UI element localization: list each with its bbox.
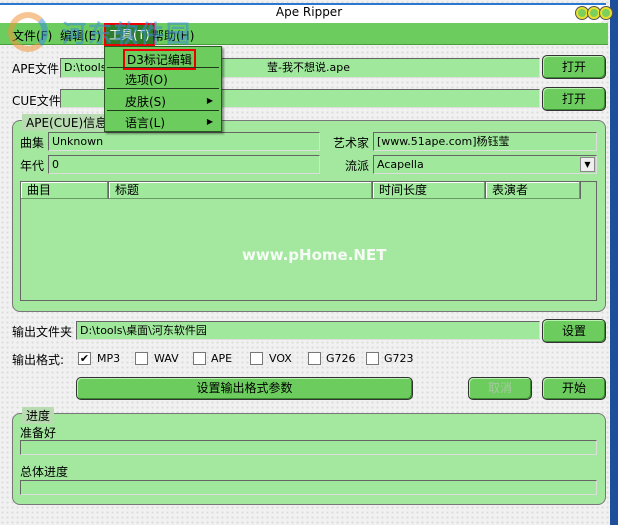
- maximize-button[interactable]: [588, 7, 600, 19]
- checkbox-mp3[interactable]: ✔: [78, 352, 91, 365]
- format-vox-label: VOX: [269, 352, 292, 365]
- set-folder-button[interactable]: 设置: [542, 319, 606, 343]
- genre-value: Acapella: [377, 158, 424, 171]
- menu-item-skin[interactable]: 皮肤(S): [125, 93, 166, 110]
- ape-path-start: D:\tools: [64, 61, 107, 74]
- checkbox-g723[interactable]: [366, 352, 379, 365]
- total-progress-bar: [20, 480, 597, 495]
- progress-legend: 进度: [22, 407, 55, 424]
- format-wav-label: WAV: [154, 352, 179, 365]
- submenu-arrow-icon: ▶: [206, 117, 213, 126]
- menu-separator: [107, 67, 219, 68]
- checkbox-wav[interactable]: [135, 352, 148, 365]
- cue-file-label: CUE文件: [12, 94, 61, 108]
- cancel-button[interactable]: 取消: [468, 377, 532, 400]
- artist-label: 艺术家: [333, 136, 370, 150]
- album-input[interactable]: Unknown: [48, 132, 320, 151]
- checkbox-vox[interactable]: [250, 352, 263, 365]
- menu-separator: [107, 88, 219, 89]
- track-table: 曲目 标题 时间长度 表演者: [20, 181, 597, 301]
- logo-watermark: 河东软件园: [62, 20, 192, 48]
- format-params-button[interactable]: 设置输出格式参数: [76, 377, 413, 400]
- ape-file-label: APE文件: [12, 62, 60, 76]
- start-button[interactable]: 开始: [542, 377, 606, 400]
- column-header-track[interactable]: 曲目: [21, 182, 109, 199]
- site-watermark: www.pHome.NET: [242, 246, 387, 264]
- genre-label: 流派: [345, 159, 370, 173]
- format-g726-label: G726: [326, 352, 356, 365]
- logo-icon: [8, 12, 48, 52]
- year-label: 年代: [20, 159, 45, 173]
- open-cue-button[interactable]: 打开: [542, 87, 606, 111]
- current-progress-bar: [20, 440, 597, 455]
- column-header-duration[interactable]: 时间长度: [373, 182, 486, 199]
- output-folder-label: 输出文件夹: [12, 325, 73, 339]
- chevron-down-icon[interactable]: ▼: [580, 157, 595, 172]
- checkbox-ape[interactable]: [193, 352, 206, 365]
- artist-input[interactable]: [www.51ape.com]杨钰莹: [373, 132, 597, 151]
- column-header-title[interactable]: 标题: [109, 182, 373, 199]
- menu-separator: [107, 110, 219, 111]
- open-ape-button[interactable]: 打开: [542, 55, 606, 79]
- column-header-performer[interactable]: 表演者: [486, 182, 581, 199]
- output-folder-input[interactable]: D:\tools\桌面\河东软件园: [76, 321, 540, 340]
- output-format-label: 输出格式:: [12, 353, 65, 367]
- year-input[interactable]: 0: [48, 155, 320, 174]
- info-legend: APE(CUE)信息: [22, 114, 112, 131]
- format-mp3-label: MP3: [97, 352, 121, 365]
- progress-status: 准备好: [20, 426, 57, 440]
- genre-select[interactable]: Acapella ▼: [373, 155, 597, 174]
- album-label: 曲集: [20, 136, 45, 150]
- format-ape-label: APE: [211, 352, 233, 365]
- menu-item-options[interactable]: 选项(O): [125, 71, 168, 88]
- close-button[interactable]: [600, 7, 612, 19]
- ape-path-end: 莹-我不想说.ape: [267, 61, 350, 74]
- window-border: [610, 0, 618, 525]
- total-progress-label: 总体进度: [20, 465, 69, 479]
- submenu-arrow-icon: ▶: [206, 96, 213, 105]
- minimize-button[interactable]: [576, 7, 588, 19]
- tools-dropdown-menu: D3标记编辑 选项(O) 皮肤(S) ▶ 语言(L) ▶: [104, 46, 222, 132]
- format-g723-label: G723: [384, 352, 414, 365]
- menu-item-language[interactable]: 语言(L): [125, 114, 165, 131]
- menu-item-d3-tag-edit[interactable]: D3标记编辑: [123, 49, 196, 70]
- checkbox-g726[interactable]: [308, 352, 321, 365]
